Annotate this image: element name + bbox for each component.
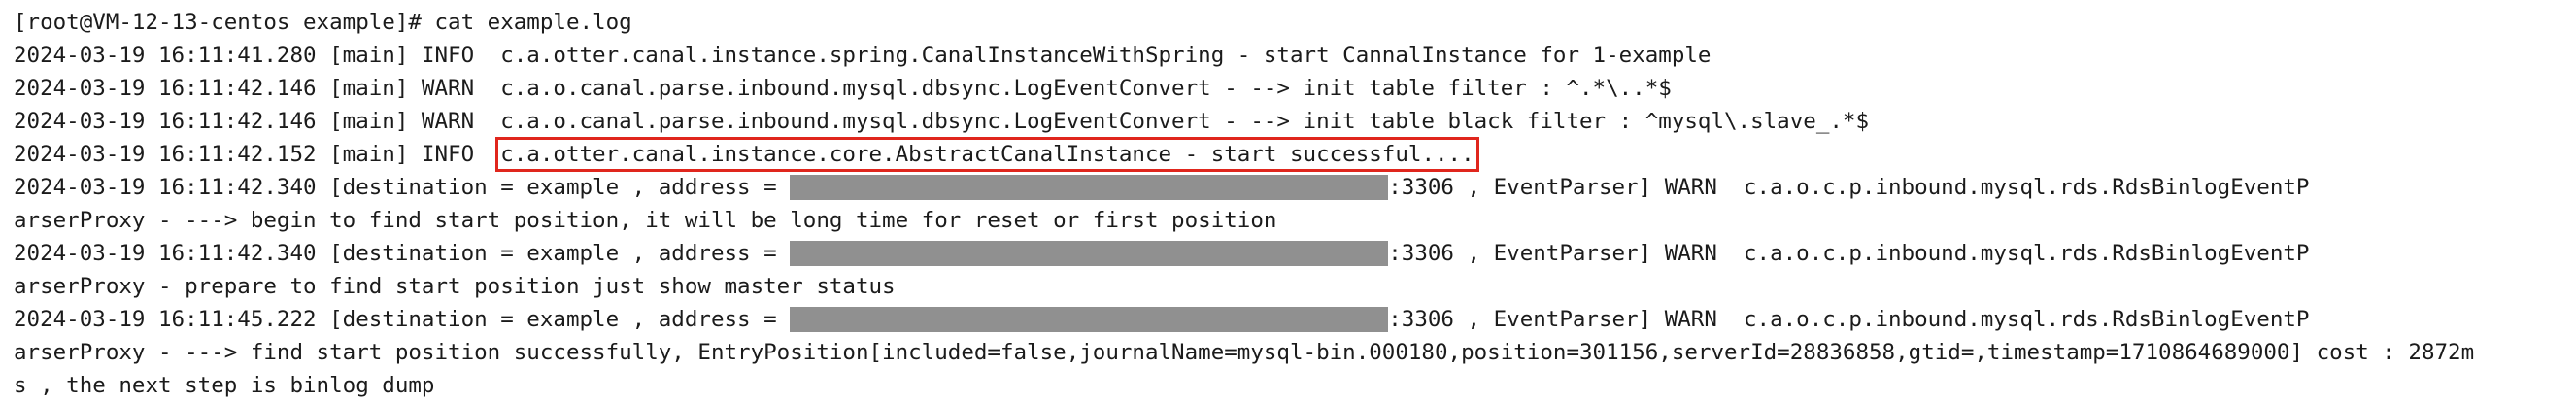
log-line-2: 2024-03-19 16:11:42.146 [main] WARN c.a.… — [14, 76, 1672, 101]
redacted-address-block — [790, 307, 1389, 332]
log-line-1: 2024-03-19 16:11:41.280 [main] INFO c.a.… — [14, 43, 1712, 68]
log-line-8: arserProxy - prepare to find start posit… — [14, 274, 896, 299]
redacted-address-block — [790, 241, 1389, 266]
log-line-7: 2024-03-19 16:11:42.340 [destination = e… — [14, 237, 2576, 270]
log-line-6: arserProxy - ---> begin to find start po… — [14, 208, 1277, 233]
log-line-9-prefix: 2024-03-19 16:11:45.222 [destination = e… — [14, 307, 791, 332]
log-line-4-prefix: 2024-03-19 16:11:42.152 [main] INFO — [14, 142, 501, 167]
command-prompt-line: [root@VM-12-13-centos example]# cat exam… — [14, 10, 632, 35]
log-line-9-suffix: :3306 , EventParser] WARN c.a.o.c.p.inbo… — [1388, 307, 2310, 332]
log-line-7-prefix: 2024-03-19 16:11:42.340 [destination = e… — [14, 241, 791, 266]
log-line-5-suffix: :3306 , EventParser] WARN c.a.o.c.p.inbo… — [1388, 175, 2310, 200]
log-line-11: s , the next step is binlog dump — [14, 373, 435, 398]
log-line-3: 2024-03-19 16:11:42.146 [main] WARN c.a.… — [14, 109, 1870, 134]
highlighted-start-successful-message: c.a.otter.canal.instance.core.AbstractCa… — [495, 137, 1479, 172]
log-line-9: 2024-03-19 16:11:45.222 [destination = e… — [14, 303, 2576, 336]
terminal-window[interactable]: [root@VM-12-13-centos example]# cat exam… — [0, 0, 2576, 402]
log-line-5: 2024-03-19 16:11:42.340 [destination = e… — [14, 171, 2576, 204]
log-line-4: 2024-03-19 16:11:42.152 [main] INFO c.a.… — [14, 137, 2576, 172]
log-line-5-prefix: 2024-03-19 16:11:42.340 [destination = e… — [14, 175, 791, 200]
log-line-10: arserProxy - ---> find start position su… — [14, 340, 2475, 365]
redacted-address-block — [790, 175, 1389, 200]
log-line-7-suffix: :3306 , EventParser] WARN c.a.o.c.p.inbo… — [1388, 241, 2310, 266]
